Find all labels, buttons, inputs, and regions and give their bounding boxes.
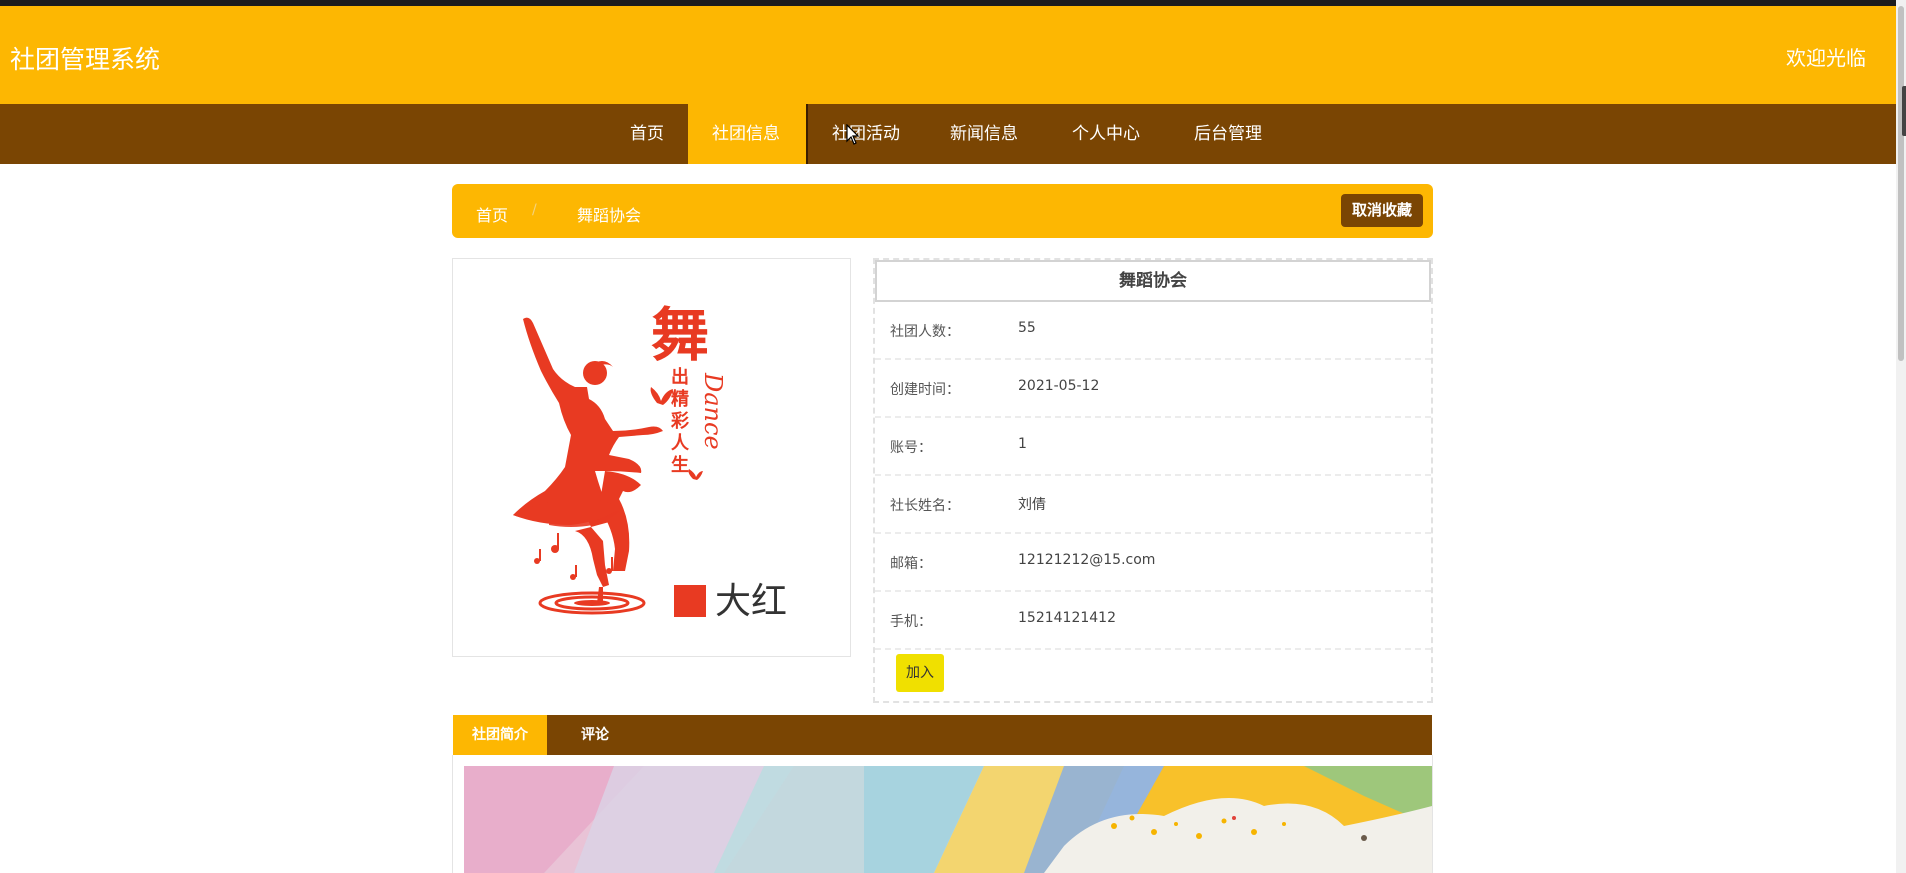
info-value: 55 bbox=[1018, 320, 1036, 336]
nav-item-club-info[interactable]: 社团信息 bbox=[688, 104, 806, 164]
detail-tabs: 社团简介 评论 bbox=[453, 715, 1432, 755]
info-row-president-name: 社长姓名： 刘倩 bbox=[875, 476, 1431, 534]
mouse-cursor-icon bbox=[846, 124, 860, 145]
info-value: 2021-05-12 bbox=[1018, 378, 1100, 394]
welcome-text: 欢迎光临 bbox=[1786, 46, 1866, 70]
nav-item-personal-center[interactable]: 个人中心 bbox=[1045, 104, 1167, 164]
club-image: 舞 出 精 彩 人 生 Dance 大红 bbox=[452, 258, 851, 657]
site-title: 社团管理系统 bbox=[10, 45, 161, 74]
color-swatch-icon bbox=[674, 585, 706, 617]
site-header: 社团管理系统 欢迎光临 bbox=[0, 6, 1896, 104]
uncollect-button[interactable]: 取消收藏 bbox=[1340, 194, 1423, 227]
info-row-account: 账号： 1 bbox=[875, 418, 1431, 476]
tab-comments[interactable]: 评论 bbox=[547, 715, 643, 755]
info-value: 1 bbox=[1018, 436, 1027, 452]
poster-vertical-text-5: 生 bbox=[671, 454, 689, 476]
club-name-title: 舞蹈协会 bbox=[875, 260, 1431, 302]
info-label: 社团人数： bbox=[890, 324, 960, 340]
club-info-panel: 舞蹈协会 社团人数： 55 创建时间： 2021-05-12 账号： 1 社长姓… bbox=[873, 258, 1433, 703]
nav-item-news[interactable]: 新闻信息 bbox=[924, 104, 1045, 164]
poster-calligraphy-character: 舞 bbox=[651, 301, 709, 369]
info-value: 15214121412 bbox=[1018, 610, 1116, 626]
info-label: 创建时间： bbox=[890, 382, 960, 398]
info-row-email: 邮箱： 12121212@15.com bbox=[875, 534, 1431, 592]
scroll-edge-handle bbox=[1902, 86, 1906, 136]
info-label: 社长姓名： bbox=[890, 498, 960, 514]
info-row-created-date: 创建时间： 2021-05-12 bbox=[875, 360, 1431, 418]
info-row-member-count: 社团人数： 55 bbox=[875, 302, 1431, 360]
nav-item-home[interactable]: 首页 bbox=[608, 104, 688, 164]
poster-vertical-text-2: 精 bbox=[671, 388, 689, 410]
nav-item-club-activity[interactable]: 社团活动 bbox=[806, 104, 924, 164]
info-row-phone: 手机： 15214121412 bbox=[875, 592, 1431, 650]
info-value: 刘倩 bbox=[1018, 497, 1046, 513]
breadcrumb-separator: / bbox=[532, 202, 537, 218]
club-intro-banner-image bbox=[464, 766, 1432, 873]
scrollbar-thumb[interactable] bbox=[1898, 6, 1904, 361]
nav-item-admin[interactable]: 后台管理 bbox=[1167, 104, 1284, 164]
poster-color-label: 大红 bbox=[715, 581, 787, 622]
poster-vertical-text-3: 彩 bbox=[670, 411, 689, 432]
poster-vertical-text-4: 人 bbox=[671, 433, 690, 454]
info-label: 账号： bbox=[890, 440, 932, 456]
ballerina-poster-image: 舞 出 精 彩 人 生 Dance 大红 bbox=[513, 301, 787, 622]
info-label: 手机： bbox=[890, 614, 932, 630]
breadcrumb-home-link[interactable]: 首页 bbox=[476, 202, 508, 226]
breadcrumb: 首页 / 舞蹈协会 取消收藏 bbox=[452, 184, 1433, 238]
info-value: 12121212@15.com bbox=[1018, 552, 1156, 568]
breadcrumb-current: 舞蹈协会 bbox=[577, 206, 642, 225]
tab-club-intro[interactable]: 社团简介 bbox=[453, 715, 547, 755]
poster-vertical-text-1: 出 bbox=[671, 366, 689, 388]
join-button[interactable]: 加入 bbox=[896, 654, 944, 692]
main-nav: 首页 社团信息 社团活动 新闻信息 个人中心 后台管理 bbox=[0, 104, 1896, 164]
info-label: 邮箱： bbox=[890, 556, 932, 572]
poster-script-text: Dance bbox=[699, 372, 727, 450]
